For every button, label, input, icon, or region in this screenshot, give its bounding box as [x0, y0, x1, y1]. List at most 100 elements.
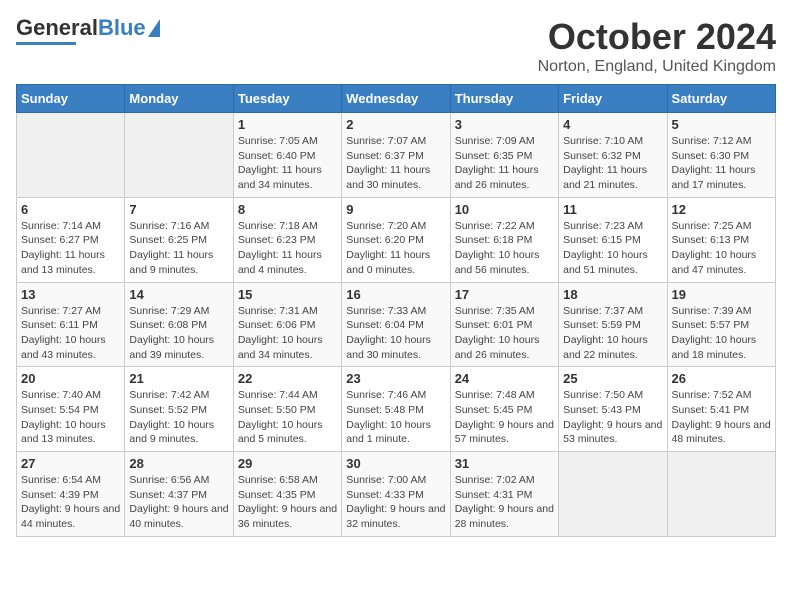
day-info: Sunrise: 7:46 AM Sunset: 5:48 PM Dayligh…: [346, 388, 445, 447]
calendar-cell: 23 Sunrise: 7:46 AM Sunset: 5:48 PM Dayli…: [342, 367, 450, 452]
day-number: 14: [129, 287, 228, 302]
header-thursday: Thursday: [450, 85, 558, 113]
calendar-cell: 9Sunrise: 7:20 AM Sunset: 6:20 PM Daylig…: [342, 197, 450, 282]
calendar-cell: 17 Sunrise: 7:35 AM Sunset: 6:01 PM Dayli…: [450, 282, 558, 367]
calendar-cell: 27Sunrise: 6:54 AM Sunset: 4:39 PM Dayli…: [17, 452, 125, 537]
header-friday: Friday: [559, 85, 667, 113]
day-number: 3: [455, 117, 554, 132]
calendar-cell: 29 Sunrise: 6:58 AM Sunset: 4:35 PM Dayli…: [233, 452, 341, 537]
day-number: 11: [563, 202, 662, 217]
day-info: Sunrise: 7:05 AM Sunset: 6:40 PM Dayligh…: [238, 134, 337, 193]
calendar-cell: 18 Sunrise: 7:37 AM Sunset: 5:59 PM Dayli…: [559, 282, 667, 367]
day-info: Sunrise: 6:58 AM Sunset: 4:35 PM Dayligh…: [238, 473, 337, 532]
calendar-cell: 15Sunrise: 7:31 AM Sunset: 6:06 PM Dayli…: [233, 282, 341, 367]
calendar-cell: [17, 113, 125, 198]
calendar-cell: 8 Sunrise: 7:18 AM Sunset: 6:23 PM Daylig…: [233, 197, 341, 282]
calendar-week-1: 1 Sunrise: 7:05 AM Sunset: 6:40 PM Daylig…: [17, 113, 776, 198]
day-number: 10: [455, 202, 554, 217]
day-number: 7: [129, 202, 228, 217]
location-title: Norton, England, United Kingdom: [538, 58, 776, 76]
logo-underline: [16, 42, 76, 45]
calendar-cell: 4 Sunrise: 7:10 AM Sunset: 6:32 PM Daylig…: [559, 113, 667, 198]
month-title: October 2024: [538, 16, 776, 58]
header-sunday: Sunday: [17, 85, 125, 113]
page-header: GeneralBlue October 2024 Norton, England…: [16, 16, 776, 76]
logo-blue: Blue: [98, 15, 146, 40]
day-info: Sunrise: 7:27 AM Sunset: 6:11 PM Dayligh…: [21, 304, 120, 363]
header-saturday: Saturday: [667, 85, 775, 113]
day-info: Sunrise: 7:44 AM Sunset: 5:50 PM Dayligh…: [238, 388, 337, 447]
day-info: Sunrise: 7:40 AM Sunset: 5:54 PM Dayligh…: [21, 388, 120, 447]
day-number: 19: [672, 287, 771, 302]
day-info: Sunrise: 7:50 AM Sunset: 5:43 PM Dayligh…: [563, 388, 662, 447]
day-info: Sunrise: 7:20 AM Sunset: 6:20 PM Dayligh…: [346, 219, 445, 278]
day-info: Sunrise: 7:42 AM Sunset: 5:52 PM Dayligh…: [129, 388, 228, 447]
calendar-table: Sunday Monday Tuesday Wednesday Thursday…: [16, 84, 776, 537]
day-number: 5: [672, 117, 771, 132]
calendar-cell: 10 Sunrise: 7:22 AM Sunset: 6:18 PM Dayli…: [450, 197, 558, 282]
calendar-cell: 30Sunrise: 7:00 AM Sunset: 4:33 PM Dayli…: [342, 452, 450, 537]
day-info: Sunrise: 7:31 AM Sunset: 6:06 PM Dayligh…: [238, 304, 337, 363]
day-number: 27: [21, 456, 120, 471]
day-info: Sunrise: 7:22 AM Sunset: 6:18 PM Dayligh…: [455, 219, 554, 278]
calendar-cell: 16Sunrise: 7:33 AM Sunset: 6:04 PM Dayli…: [342, 282, 450, 367]
day-number: 18: [563, 287, 662, 302]
day-number: 1: [238, 117, 337, 132]
calendar-cell: 20Sunrise: 7:40 AM Sunset: 5:54 PM Dayli…: [17, 367, 125, 452]
calendar-week-4: 20Sunrise: 7:40 AM Sunset: 5:54 PM Dayli…: [17, 367, 776, 452]
day-number: 4: [563, 117, 662, 132]
day-info: Sunrise: 7:12 AM Sunset: 6:30 PM Dayligh…: [672, 134, 771, 193]
day-info: Sunrise: 7:33 AM Sunset: 6:04 PM Dayligh…: [346, 304, 445, 363]
day-info: Sunrise: 7:00 AM Sunset: 4:33 PM Dayligh…: [346, 473, 445, 532]
day-info: Sunrise: 7:37 AM Sunset: 5:59 PM Dayligh…: [563, 304, 662, 363]
calendar-week-3: 13 Sunrise: 7:27 AM Sunset: 6:11 PM Dayli…: [17, 282, 776, 367]
day-info: Sunrise: 7:35 AM Sunset: 6:01 PM Dayligh…: [455, 304, 554, 363]
day-info: Sunrise: 7:48 AM Sunset: 5:45 PM Dayligh…: [455, 388, 554, 447]
header-tuesday: Tuesday: [233, 85, 341, 113]
calendar-cell: 25 Sunrise: 7:50 AM Sunset: 5:43 PM Dayli…: [559, 367, 667, 452]
day-info: Sunrise: 7:14 AM Sunset: 6:27 PM Dayligh…: [21, 219, 120, 278]
day-number: 28: [129, 456, 228, 471]
calendar-header-row: Sunday Monday Tuesday Wednesday Thursday…: [17, 85, 776, 113]
logo: GeneralBlue: [16, 16, 160, 45]
day-number: 6: [21, 202, 120, 217]
day-info: Sunrise: 7:16 AM Sunset: 6:25 PM Dayligh…: [129, 219, 228, 278]
calendar-cell: [125, 113, 233, 198]
calendar-cell: 19Sunrise: 7:39 AM Sunset: 5:57 PM Dayli…: [667, 282, 775, 367]
day-number: 8: [238, 202, 337, 217]
calendar-week-5: 27Sunrise: 6:54 AM Sunset: 4:39 PM Dayli…: [17, 452, 776, 537]
day-number: 21: [129, 371, 228, 386]
day-number: 24: [455, 371, 554, 386]
day-info: Sunrise: 7:10 AM Sunset: 6:32 PM Dayligh…: [563, 134, 662, 193]
day-number: 25: [563, 371, 662, 386]
day-info: Sunrise: 7:09 AM Sunset: 6:35 PM Dayligh…: [455, 134, 554, 193]
day-number: 22: [238, 371, 337, 386]
day-info: Sunrise: 7:18 AM Sunset: 6:23 PM Dayligh…: [238, 219, 337, 278]
calendar-cell: 5 Sunrise: 7:12 AM Sunset: 6:30 PM Daylig…: [667, 113, 775, 198]
calendar-cell: [559, 452, 667, 537]
day-info: Sunrise: 6:56 AM Sunset: 4:37 PM Dayligh…: [129, 473, 228, 532]
day-number: 29: [238, 456, 337, 471]
title-block: October 2024 Norton, England, United Kin…: [538, 16, 776, 76]
day-number: 23: [346, 371, 445, 386]
day-info: Sunrise: 7:23 AM Sunset: 6:15 PM Dayligh…: [563, 219, 662, 278]
day-number: 12: [672, 202, 771, 217]
calendar-cell: 13 Sunrise: 7:27 AM Sunset: 6:11 PM Dayli…: [17, 282, 125, 367]
calendar-cell: 7 Sunrise: 7:16 AM Sunset: 6:25 PM Daylig…: [125, 197, 233, 282]
day-number: 13: [21, 287, 120, 302]
calendar-cell: 1 Sunrise: 7:05 AM Sunset: 6:40 PM Daylig…: [233, 113, 341, 198]
calendar-cell: 2Sunrise: 7:07 AM Sunset: 6:37 PM Daylig…: [342, 113, 450, 198]
day-number: 17: [455, 287, 554, 302]
day-info: Sunrise: 7:29 AM Sunset: 6:08 PM Dayligh…: [129, 304, 228, 363]
day-info: Sunrise: 7:52 AM Sunset: 5:41 PM Dayligh…: [672, 388, 771, 447]
day-number: 26: [672, 371, 771, 386]
logo-triangle-icon: [148, 19, 160, 37]
calendar-cell: 22 Sunrise: 7:44 AM Sunset: 5:50 PM Dayli…: [233, 367, 341, 452]
calendar-cell: 11 Sunrise: 7:23 AM Sunset: 6:15 PM Dayli…: [559, 197, 667, 282]
calendar-cell: 26 Sunrise: 7:52 AM Sunset: 5:41 PM Dayli…: [667, 367, 775, 452]
calendar-cell: 14 Sunrise: 7:29 AM Sunset: 6:08 PM Dayli…: [125, 282, 233, 367]
logo-text: GeneralBlue: [16, 16, 146, 40]
calendar-cell: 3 Sunrise: 7:09 AM Sunset: 6:35 PM Daylig…: [450, 113, 558, 198]
day-info: Sunrise: 7:02 AM Sunset: 4:31 PM Dayligh…: [455, 473, 554, 532]
header-monday: Monday: [125, 85, 233, 113]
